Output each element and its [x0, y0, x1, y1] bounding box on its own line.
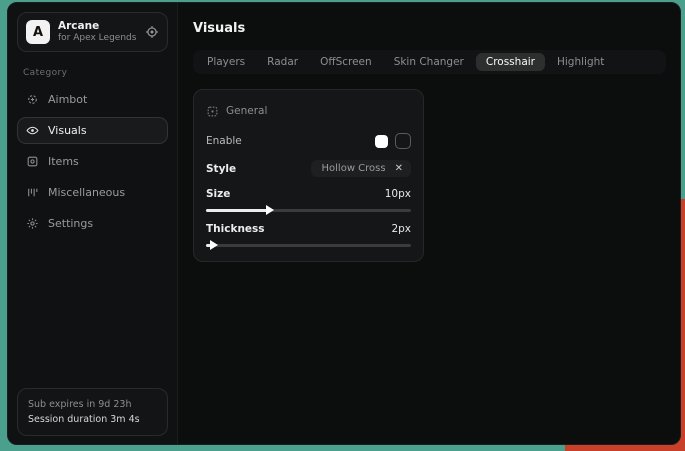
profile-text: Arcane for Apex Legends — [58, 20, 137, 44]
sidebar-item-visuals[interactable]: Visuals — [17, 117, 168, 144]
general-crosshair-icon — [206, 105, 219, 118]
enable-row: Enable — [206, 133, 411, 149]
sidebar-item-label: Miscellaneous — [48, 186, 125, 199]
app-logo: A — [26, 20, 50, 44]
crosshair-icon — [26, 93, 39, 106]
category-label: Category — [23, 68, 168, 78]
subscription-card: Sub expires in 9d 23h Session duration 3… — [17, 388, 168, 436]
profile-card[interactable]: A Arcane for Apex Legends — [17, 12, 168, 52]
target-icon[interactable] — [145, 25, 159, 39]
style-label: Style — [206, 163, 236, 175]
thickness-slider[interactable] — [206, 244, 411, 247]
enable-controls — [375, 133, 411, 149]
thickness-label: Thickness — [206, 223, 265, 235]
enable-color-swatch[interactable] — [375, 135, 388, 148]
sidebar-item-label: Items — [48, 155, 79, 168]
tab-players[interactable]: Players — [197, 53, 255, 71]
sidebar-nav: Aimbot Visuals Items Miscellaneous Settings — [17, 86, 168, 237]
eye-icon — [26, 124, 39, 137]
tab-radar[interactable]: Radar — [257, 53, 308, 71]
size-label: Size — [206, 188, 230, 200]
gear-icon — [26, 217, 39, 230]
sidebar-item-settings[interactable]: Settings — [17, 210, 168, 237]
sidebar: A Arcane for Apex Legends Category Aimbo… — [8, 3, 178, 444]
enable-checkbox[interactable] — [395, 133, 411, 149]
general-panel: General Enable Style Hollow Cross ✕ Size… — [193, 89, 424, 262]
app-subtitle: for Apex Legends — [58, 33, 137, 44]
sub-expires-text: Sub expires in 9d 23h — [28, 397, 157, 412]
box-icon — [26, 155, 39, 168]
sidebar-spacer — [17, 237, 168, 387]
sidebar-item-miscellaneous[interactable]: Miscellaneous — [17, 179, 168, 206]
style-value: Hollow Cross — [322, 163, 386, 174]
panel-title: General — [226, 105, 267, 117]
size-value: 10px — [385, 188, 411, 200]
app-window: A Arcane for Apex Legends Category Aimbo… — [7, 2, 681, 445]
tab-bar: PlayersRadarOffScreenSkin ChangerCrossha… — [193, 50, 666, 74]
tab-skin-changer[interactable]: Skin Changer — [384, 53, 474, 71]
enable-label: Enable — [206, 135, 242, 147]
session-duration-text: Session duration 3m 4s — [28, 412, 157, 427]
sidebar-item-label: Settings — [48, 217, 93, 230]
sidebar-item-label: Aimbot — [48, 93, 87, 106]
size-slider-fill — [206, 209, 268, 212]
size-row: Size 10px — [206, 188, 411, 200]
main-content: Visuals PlayersRadarOffScreenSkin Change… — [178, 3, 680, 444]
thickness-value: 2px — [391, 223, 411, 235]
panel-header: General — [206, 100, 411, 122]
style-row: Style Hollow Cross ✕ — [206, 160, 411, 177]
sidebar-item-items[interactable]: Items — [17, 148, 168, 175]
tab-highlight[interactable]: Highlight — [547, 53, 614, 71]
sidebar-item-aimbot[interactable]: Aimbot — [17, 86, 168, 113]
size-slider-thumb[interactable] — [266, 205, 274, 215]
sidebar-item-label: Visuals — [48, 124, 87, 137]
thickness-slider-thumb[interactable] — [210, 240, 218, 250]
tab-offscreen[interactable]: OffScreen — [310, 53, 382, 71]
tab-crosshair[interactable]: Crosshair — [476, 53, 545, 71]
thickness-row: Thickness 2px — [206, 223, 411, 235]
app-name: Arcane — [58, 20, 137, 33]
style-select[interactable]: Hollow Cross ✕ — [311, 160, 411, 177]
grid-icon — [26, 186, 39, 199]
page-title: Visuals — [193, 21, 666, 36]
clear-style-icon[interactable]: ✕ — [395, 163, 403, 174]
size-slider[interactable] — [206, 209, 411, 212]
